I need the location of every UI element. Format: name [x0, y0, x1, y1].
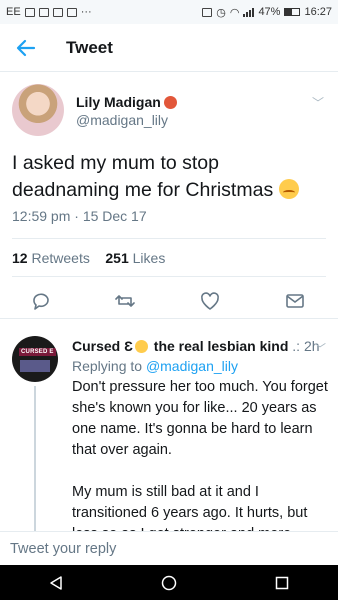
share-mail-icon[interactable] [284, 290, 306, 312]
alarm-icon: ◷ [216, 6, 226, 19]
retweets-label: Retweets [31, 250, 90, 266]
app-bar: Tweet [0, 24, 338, 72]
reply-tweet[interactable]: CURSED E Cursed Ɛ the real lesbian kind … [0, 326, 338, 531]
square-recents-icon [275, 576, 288, 589]
reply-author-name-suffix[interactable]: the real lesbian kind [154, 338, 289, 354]
author-name-row[interactable]: Lily Madigan [76, 94, 177, 110]
wifi-icon: ◠ [229, 6, 240, 19]
likes-stat[interactable]: 251 Likes [105, 250, 165, 266]
image-notification-icon [38, 7, 49, 17]
author-avatar[interactable] [12, 84, 64, 136]
status-bar: EE ··· ◷ ◠ 47% 16:27 [0, 0, 338, 24]
mention-link[interactable]: @madigan_lily [146, 358, 238, 374]
reply-text: Don't pressure her too much. You forget … [72, 377, 330, 531]
retweets-count: 12 [12, 250, 28, 266]
compose-placeholder: Tweet your reply [10, 540, 117, 557]
likes-label: Likes [132, 250, 166, 266]
carrier-label: EE [6, 6, 21, 18]
disappointed-emoji-icon [278, 179, 299, 199]
ok-hand-emoji-icon [134, 340, 148, 353]
tweet-timestamp: 12:59 pm · 15 Dec 17 [12, 208, 147, 224]
reply-author-avatar[interactable]: CURSED E [12, 336, 58, 382]
more-notifications-icon: ··· [80, 6, 92, 18]
author-handle[interactable]: @madigan_lily [76, 112, 168, 128]
arrow-left-icon [16, 39, 36, 56]
reply-header: Cursed Ɛ the real lesbian kind .: 2h [72, 338, 328, 354]
circle-home-icon [161, 575, 177, 590]
back-button[interactable] [0, 24, 52, 72]
thread-line [34, 386, 36, 531]
divider [12, 276, 326, 277]
author-name: Lily Madigan [76, 94, 161, 110]
rose-emoji-icon [163, 96, 177, 109]
signal-icon [243, 7, 255, 17]
tweet-text-content: I asked my mum to stop deadnaming me for… [12, 152, 274, 201]
reply-author-name[interactable]: Cursed Ɛ [72, 338, 133, 354]
reply-paragraph: My mum is still bad at it and I transiti… [72, 484, 308, 531]
reply-avatar-text: CURSED E [19, 348, 56, 356]
page-title: Tweet [66, 37, 113, 57]
battery-icon [284, 8, 301, 16]
reply-paragraph: Don't pressure her too much. You forget … [72, 379, 328, 458]
status-left: EE ··· [6, 6, 92, 18]
divider [12, 238, 326, 239]
system-nav-bar [0, 565, 338, 600]
replying-to: Replying to @madigan_lily [72, 358, 238, 374]
app-notification-icon [52, 7, 63, 17]
retweet-icon[interactable] [114, 290, 136, 312]
tweet-stats: 12 Retweets 251 Likes [12, 250, 165, 266]
likes-count: 251 [105, 250, 129, 266]
reply-icon[interactable] [30, 290, 52, 312]
reply-avatar-image [20, 360, 50, 372]
status-right: ◷ ◠ 47% 16:27 [202, 6, 332, 19]
replying-prefix: Replying to [72, 358, 143, 374]
nav-home-button[interactable] [149, 568, 189, 598]
notification-icon [24, 7, 35, 17]
mail-notification-icon [66, 7, 77, 17]
like-icon[interactable] [199, 290, 221, 312]
nav-recents-button[interactable] [262, 568, 302, 598]
reply-compose-input[interactable]: Tweet your reply [0, 531, 338, 565]
nfc-icon [202, 7, 213, 17]
chevron-down-icon[interactable]: ﹀ [312, 94, 324, 111]
clock: 16:27 [304, 6, 332, 18]
divider [0, 318, 338, 319]
battery-percent: 47% [258, 6, 281, 18]
chevron-down-icon[interactable]: ﹀ [314, 340, 326, 357]
tweet-text: I asked my mum to stop deadnaming me for… [12, 150, 326, 204]
retweets-stat[interactable]: 12 Retweets [12, 250, 90, 266]
nav-back-button[interactable] [36, 568, 76, 598]
tweet-actions [0, 284, 338, 320]
triangle-back-icon [50, 575, 63, 590]
